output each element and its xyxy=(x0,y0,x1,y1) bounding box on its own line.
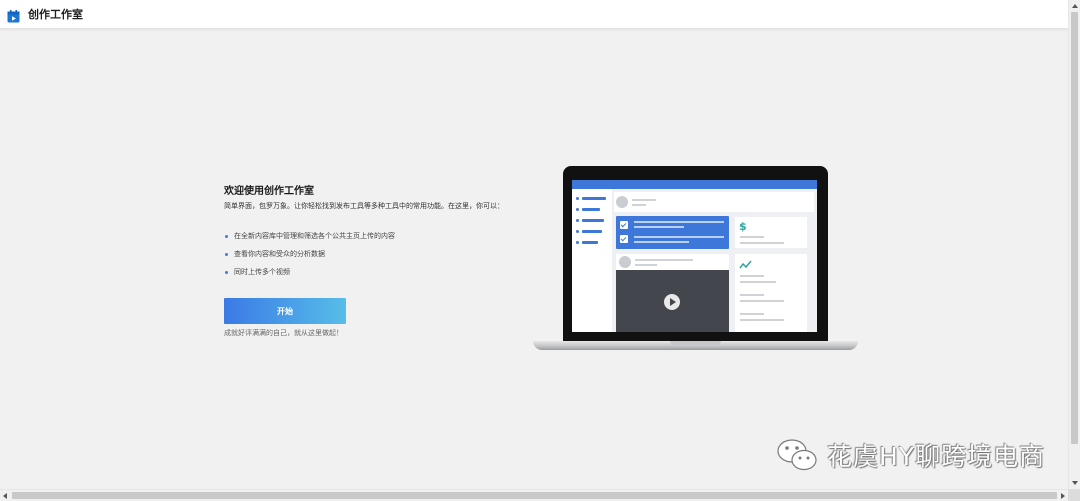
avatar xyxy=(619,256,631,268)
check-icon xyxy=(620,221,628,229)
app-title: 创作工作室 xyxy=(28,8,83,21)
wechat-icon xyxy=(777,439,817,471)
laptop-notch xyxy=(670,341,721,345)
check-icon xyxy=(620,235,628,243)
dollar-icon: $ xyxy=(739,220,747,233)
screen-stats-card xyxy=(735,254,807,332)
scroll-up-icon[interactable] xyxy=(1072,4,1078,8)
screen-topbar xyxy=(572,180,817,189)
screen-sidebar xyxy=(572,189,612,332)
screen-header-card xyxy=(614,192,814,212)
laptop-lid: $ xyxy=(563,166,828,341)
feature-item: 同时上传多个视频 xyxy=(224,267,524,285)
laptop-screen: $ xyxy=(572,180,817,332)
welcome-title: 欢迎使用创作工作室 xyxy=(224,186,314,197)
screen-checklist-card xyxy=(616,216,729,249)
bullet-icon xyxy=(225,253,228,256)
watermark-text: 花虞HY聊跨境电商 xyxy=(827,442,1046,471)
laptop-illustration: $ xyxy=(533,166,858,356)
feature-item: 查看你内容和受众的分析数据 xyxy=(224,249,524,267)
scroll-left-icon[interactable] xyxy=(3,493,7,499)
avatar xyxy=(616,196,628,208)
feature-text: 同时上传多个视频 xyxy=(234,268,290,276)
horizontal-scrollbar[interactable] xyxy=(0,489,1068,501)
scrollbar-corner xyxy=(1068,489,1080,501)
studio-logo-icon xyxy=(7,8,20,22)
bullet-icon xyxy=(225,235,228,238)
screen-post-card xyxy=(616,254,729,270)
bullet-icon xyxy=(225,271,228,274)
vertical-scroll-thumb[interactable] xyxy=(1071,12,1078,444)
feature-item: 在全新内容库中管理和筛选各个公共主页上传的内容 xyxy=(224,231,524,249)
scroll-right-icon[interactable] xyxy=(1061,493,1065,499)
feature-text: 在全新内容库中管理和筛选各个公共主页上传的内容 xyxy=(234,232,395,240)
screen-money-card: $ xyxy=(735,217,807,248)
trend-icon xyxy=(739,260,752,269)
top-bar: 创作工作室 xyxy=(0,0,1068,29)
welcome-panel: 欢迎使用创作工作室 简单界面，包罗万象。让你轻松找到发布工具等多种工具中的常用功… xyxy=(224,182,524,338)
welcome-description: 简单界面，包罗万象。让你轻松找到发布工具等多种工具中的常用功能。在这里，你可以： xyxy=(224,202,504,210)
scroll-down-icon[interactable] xyxy=(1072,481,1078,485)
feature-list: 在全新内容库中管理和筛选各个公共主页上传的内容 查看你内容和受众的分析数据 同时… xyxy=(224,231,524,285)
vertical-scrollbar[interactable] xyxy=(1068,0,1080,489)
start-button[interactable]: 开始 xyxy=(224,298,346,324)
tagline: 成就好评满满的自己，就从这里做起！ xyxy=(224,329,343,337)
horizontal-scroll-thumb[interactable] xyxy=(12,492,1057,499)
play-icon xyxy=(664,294,680,310)
watermark: 花虞HY聊跨境电商 xyxy=(775,437,1045,473)
screen-video xyxy=(616,270,729,332)
feature-text: 查看你内容和受众的分析数据 xyxy=(234,250,325,258)
